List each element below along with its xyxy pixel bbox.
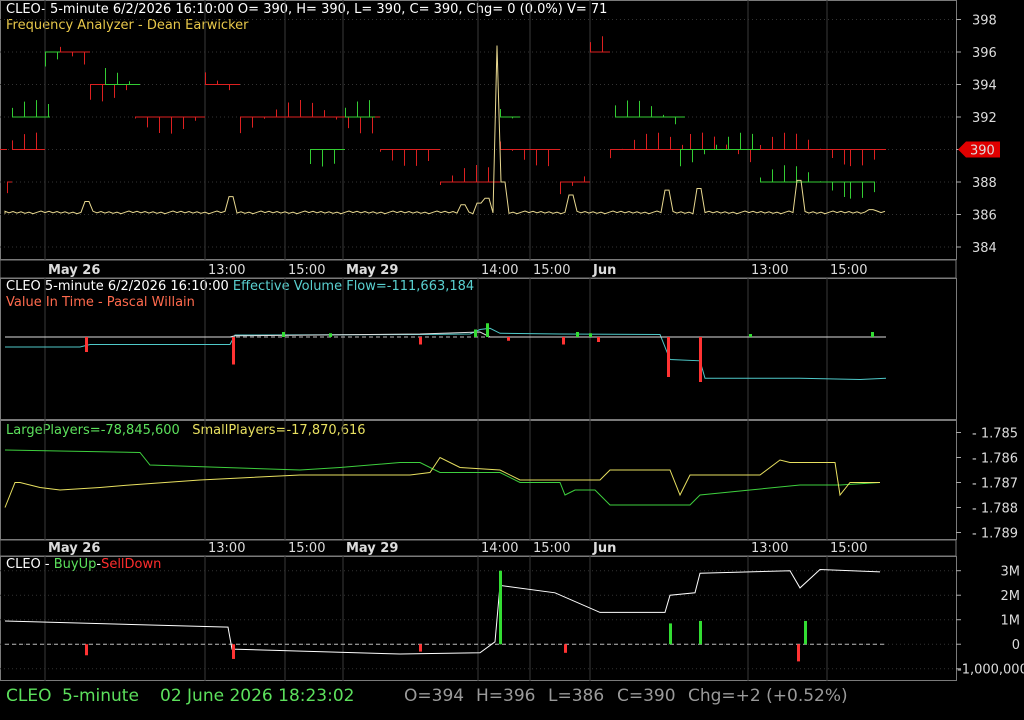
- price-axis-label: 386: [972, 209, 997, 224]
- value-in-time-series-0: [5, 327, 887, 381]
- value-in-time-bar-down: [667, 337, 670, 377]
- value-in-time-bar-up: [749, 334, 752, 337]
- time-tick-label: Jun: [592, 263, 616, 278]
- players-axis-label: - 1.786: [972, 452, 1018, 467]
- buyup-axis-label: 0: [1012, 638, 1020, 653]
- value-in-time-bar-up: [589, 333, 592, 337]
- players-axis-label: - 1.787: [972, 477, 1018, 492]
- value-in-time-bar-up: [282, 332, 285, 337]
- price-axis-label: 398: [972, 14, 997, 29]
- time-tick-label: Jun: [592, 541, 616, 556]
- status-low: L=386: [548, 686, 605, 706]
- time-tick-label: 14:00: [481, 263, 518, 278]
- time-axis-strip: [0, 539, 957, 557]
- selldown-bar: [797, 644, 800, 662]
- value-in-time-bar-down: [562, 337, 565, 345]
- time-tick-label: 15:00: [830, 263, 867, 278]
- price-axis-label: 392: [972, 111, 997, 126]
- value-in-time-bar-up: [474, 329, 477, 337]
- selldown-bar: [564, 644, 567, 653]
- status-open: O=394: [404, 686, 465, 706]
- time-tick-label: May 29: [346, 541, 398, 556]
- players-axis-label: - 1.789: [972, 527, 1018, 542]
- price-axis-label: 388: [972, 176, 997, 191]
- buyup-bar: [804, 620, 807, 645]
- time-tick-label: 15:00: [288, 263, 325, 278]
- time-tick-label: May 26: [48, 263, 100, 278]
- value-in-time-bar-up: [871, 332, 874, 337]
- buyup-bar: [669, 623, 672, 645]
- value-in-time-bar-down: [419, 337, 422, 345]
- buyup-axis-label: 2M: [1001, 589, 1021, 604]
- price-axis-label: 384: [972, 241, 997, 256]
- time-axis-strip: [0, 259, 957, 279]
- status-high: H=396: [476, 686, 536, 706]
- time-tick-label: May 29: [346, 263, 398, 278]
- buyup-bar: [499, 570, 502, 645]
- buyup-bar: [699, 620, 702, 645]
- time-tick-label: 13:00: [751, 263, 788, 278]
- players-axis-label: - 1.785: [972, 427, 1018, 442]
- selldown-bar: [232, 644, 235, 659]
- time-tick-label: 14:00: [481, 541, 518, 556]
- value-in-time-bar-up: [329, 333, 332, 337]
- value-in-time-bar-down: [507, 337, 510, 341]
- players-axis-label: - 1.788: [972, 502, 1018, 517]
- value-in-time-bar-down: [232, 337, 235, 365]
- buyup-axis-label: -1,000,000: [957, 663, 1024, 678]
- time-tick-label: 13:00: [751, 541, 788, 556]
- time-tick-label: May 26: [48, 541, 100, 556]
- price-axis-label: 396: [972, 46, 997, 61]
- status-close: C=390: [617, 686, 676, 706]
- value-in-time-bar-up: [486, 323, 489, 337]
- time-tick-label: 15:00: [533, 263, 570, 278]
- time-tick-label: 13:00: [208, 263, 245, 278]
- time-tick-label: 15:00: [288, 541, 325, 556]
- price-axis-label: 394: [972, 79, 997, 94]
- buyup-cumulative-line: [4, 568, 881, 655]
- value-in-time-bar-down: [85, 337, 88, 352]
- selldown-bar: [419, 644, 422, 652]
- time-tick-label: 13:00: [208, 541, 245, 556]
- status-bar: CLEO 5-minute 02 June 2026 18:23:02 O=39…: [0, 681, 1024, 711]
- value-in-time-bar-up: [576, 332, 579, 337]
- value-in-time-bar-down: [597, 337, 600, 342]
- buyup-axis-label: 3M: [1001, 565, 1021, 580]
- status-datetime: 02 June 2026 18:23:02: [160, 686, 355, 706]
- selldown-bar: [85, 644, 88, 656]
- frequency-analyzer-line: [4, 45, 886, 215]
- buyup-axis-label: 1M: [1001, 614, 1021, 629]
- status-interval: 5-minute: [62, 686, 139, 706]
- time-tick-label: 15:00: [830, 541, 867, 556]
- players-series-smallplayers: [4, 456, 880, 508]
- status-change: Chg=+2 (+0.52%): [688, 686, 848, 706]
- value-in-time-bar-down: [699, 337, 702, 382]
- time-tick-label: 15:00: [533, 541, 570, 556]
- status-symbol: CLEO: [6, 686, 52, 706]
- chart-surface: May 26 13:00 15:00 May 29 14:00 15:00 Jun 13:00…: [0, 0, 1024, 681]
- last-price-marker-label: 390: [970, 144, 995, 159]
